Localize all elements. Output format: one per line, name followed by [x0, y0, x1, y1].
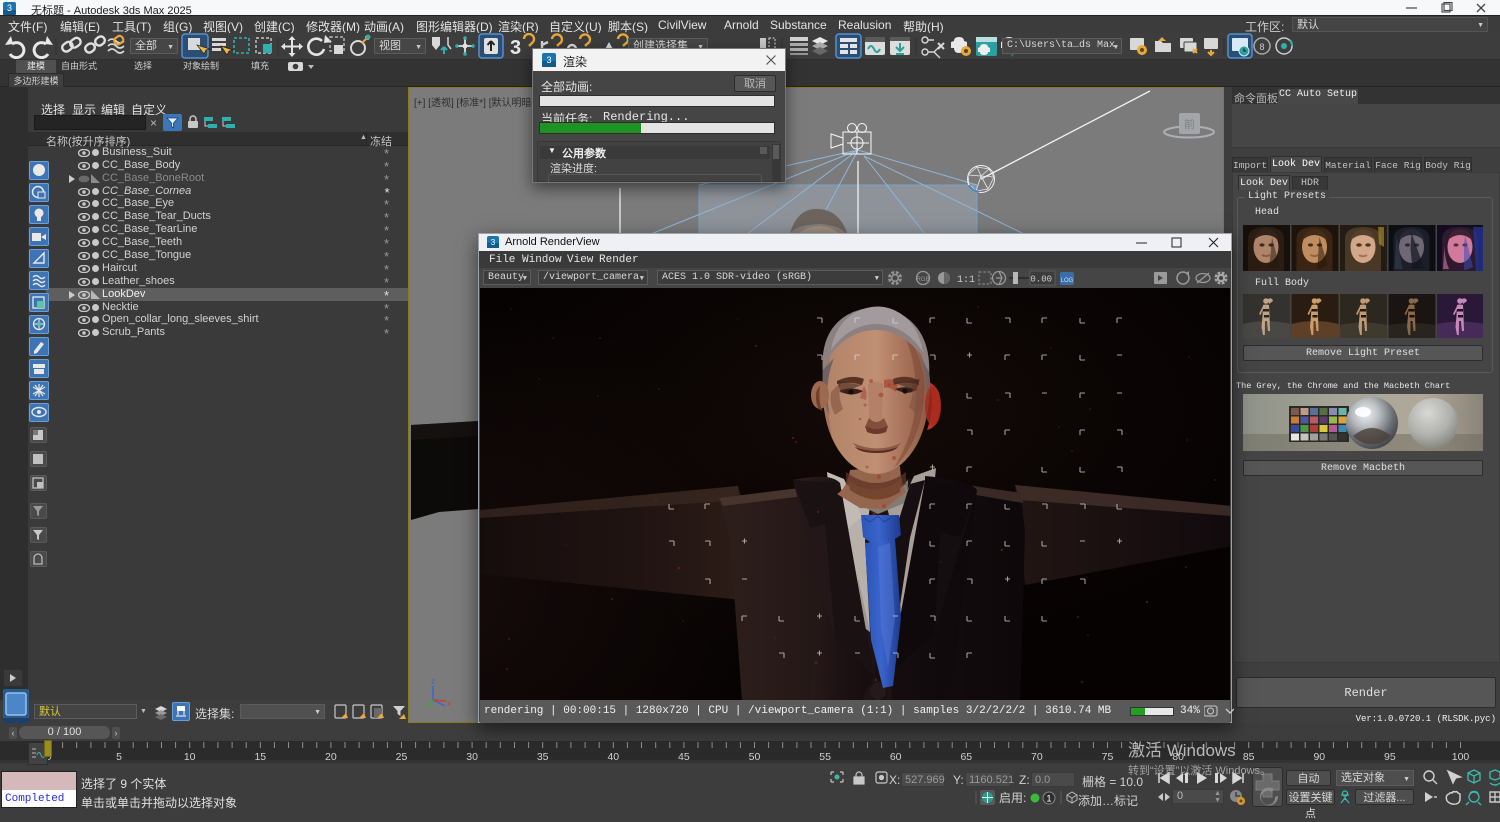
svg-text:40: 40 — [607, 751, 619, 763]
svg-text:65: 65 — [960, 751, 972, 763]
svg-text:LOG: LOG — [1061, 278, 1074, 284]
svg-text:100: 100 — [1452, 751, 1470, 763]
svg-text:50: 50 — [749, 751, 761, 763]
svg-text:15: 15 — [254, 751, 266, 763]
svg-text:3: 3 — [491, 238, 496, 247]
svg-text:60: 60 — [890, 751, 902, 763]
svg-text:90: 90 — [1313, 751, 1325, 763]
svg-text:RGB: RGB — [916, 277, 929, 283]
svg-text:1: 1 — [1046, 794, 1051, 804]
svg-text:0.00: 0.00 — [1030, 275, 1052, 285]
svg-text:3: 3 — [546, 55, 551, 65]
svg-text:35: 35 — [537, 751, 549, 763]
svg-text:前: 前 — [1184, 117, 1195, 131]
svg-text:75: 75 — [1102, 751, 1114, 763]
svg-text:45: 45 — [678, 751, 690, 763]
svg-text:55: 55 — [819, 751, 831, 763]
svg-text:25: 25 — [396, 751, 408, 763]
svg-text:10: 10 — [184, 751, 196, 763]
svg-text:x: x — [447, 699, 451, 708]
svg-text:8: 8 — [1259, 42, 1264, 52]
svg-text:启用:: 启用: — [999, 791, 1026, 805]
svg-text:20: 20 — [325, 751, 337, 763]
svg-text:1:1: 1:1 — [957, 275, 975, 286]
svg-text:70: 70 — [1031, 751, 1043, 763]
svg-text:3: 3 — [7, 3, 12, 13]
svg-text:5: 5 — [116, 751, 122, 763]
svg-text:95: 95 — [1384, 751, 1396, 763]
svg-text:30: 30 — [466, 751, 478, 763]
svg-text:z: z — [431, 677, 435, 686]
